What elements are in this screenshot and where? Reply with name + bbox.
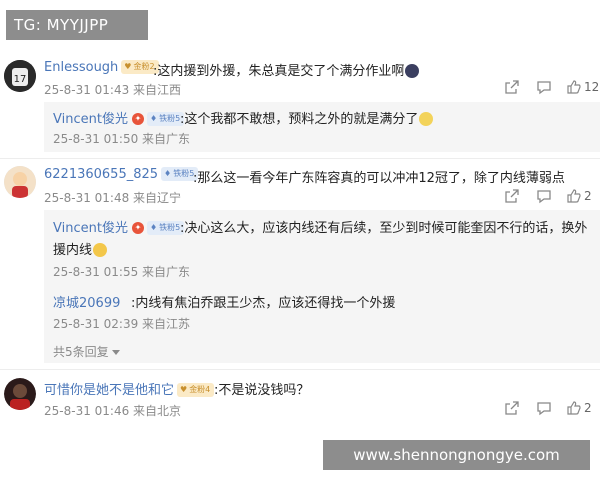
fan-badge-icon: ♦ [164, 168, 172, 178]
comment-author-name[interactable]: 可惜你是她不是他和它 [44, 383, 174, 398]
more-replies-link[interactable]: 共5条回复 [53, 343, 120, 360]
svg-text:17: 17 [14, 74, 27, 85]
emoji-icon [419, 111, 434, 126]
fan-badge-label: 铁粉5 [159, 222, 181, 232]
reply-meta: 25-8-31 02:39 来自江苏 [53, 317, 191, 331]
comment-actions: 2 [496, 400, 600, 416]
fan-badge-icon: ♦ [149, 222, 158, 232]
fan-badge[interactable]: ♦ 铁粉5 [146, 111, 185, 126]
comment-meta: 25-8-31 01:46 来自北京 [44, 404, 182, 418]
fan-badge-label: 金粉4 [189, 384, 211, 394]
reply-author[interactable]: 凉城20699 [53, 292, 120, 311]
like-icon[interactable] [566, 79, 582, 95]
fan-badge-icon: ♥ [124, 61, 132, 71]
comment-author[interactable]: Enlessough ♥ 金粉2 [44, 59, 159, 75]
fan-badge[interactable]: ♦ 铁粉5 [146, 220, 185, 235]
fan-badge[interactable]: ♥ 金粉4 [177, 382, 215, 397]
watermark-bottom: www.shennongnongye.com [323, 440, 590, 470]
share-icon[interactable] [504, 188, 520, 204]
divider [0, 158, 600, 159]
reply-text-content: 援内线 [53, 243, 93, 258]
avatar-image [4, 166, 36, 198]
reply-text-content: :这个我都不敢想，预料之外的就是满分了 [180, 112, 419, 127]
comment-author[interactable]: 6221360655_825 ♦ 铁粉5 [44, 166, 199, 182]
verified-icon: ✦ [131, 112, 144, 125]
reply-author[interactable]: Vincent俊光 ✦ ♦ 铁粉5 [53, 217, 185, 236]
comment-actions: 2 [496, 188, 600, 204]
comment-author-name[interactable]: Enlessough [44, 60, 118, 75]
like-icon[interactable] [566, 188, 582, 204]
comment-icon[interactable] [536, 188, 552, 204]
avatar-image [4, 378, 36, 410]
avatar[interactable] [4, 378, 36, 410]
reply-author-name[interactable]: 凉城20699 [53, 296, 120, 311]
comment-text-content: :这内援到外援，朱总真是交了个满分作业啊 [153, 64, 405, 79]
more-replies-label[interactable]: 共5条回复 [53, 345, 109, 359]
reply-author-name[interactable]: Vincent俊光 [53, 221, 128, 236]
comment-icon[interactable] [536, 400, 552, 416]
like-count: 12 [584, 80, 600, 94]
comment-actions: 12 [496, 79, 600, 95]
fan-badge-label: 铁粉5 [159, 113, 181, 123]
share-icon[interactable] [504, 79, 520, 95]
watermark-top: TG: MYYJJPP [6, 10, 148, 40]
reply-text-continued: 援内线 [53, 239, 108, 258]
share-icon[interactable] [504, 400, 520, 416]
comment-text: :那么这一看今年广东阵容真的可以冲冲12冠了，除了内线薄弱点 [193, 171, 565, 186]
fan-badge-icon: ♦ [149, 113, 158, 123]
emoji-icon [405, 63, 420, 78]
fan-badge-label: 铁粉5 [173, 168, 195, 178]
like-count: 2 [584, 401, 592, 415]
comment-meta: 25-8-31 01:43 来自江西 [44, 83, 182, 97]
fan-badge-icon: ♥ [180, 384, 188, 394]
emoji-icon [93, 242, 108, 257]
comment-text: :不是说没钱吗？ [214, 383, 310, 398]
verified-icon: ✦ [131, 221, 144, 234]
comment-icon[interactable] [536, 79, 552, 95]
comment-meta: 25-8-31 01:48 来自辽宁 [44, 191, 182, 205]
reply-text: :内线有焦泊乔跟王少杰，应该还得找一个外援 [131, 296, 396, 311]
comment-author[interactable]: 可惜你是她不是他和它 ♥ 金粉4 [44, 379, 215, 398]
reply-text: :决心这么大，应该内线还有后续，至少到时候可能奎因不行的话，换外 [180, 221, 588, 236]
avatar[interactable] [4, 166, 36, 198]
avatar-image: 17 [4, 60, 36, 92]
divider [0, 369, 600, 370]
comment-text: :这内援到外援，朱总真是交了个满分作业啊 [153, 60, 420, 79]
like-count: 2 [584, 189, 592, 203]
reply-text: :这个我都不敢想，预料之外的就是满分了 [180, 108, 434, 127]
reply-author[interactable]: Vincent俊光 ✦ ♦ 铁粉5 [53, 108, 185, 127]
caret-down-icon [111, 350, 120, 355]
reply-meta: 25-8-31 01:55 来自广东 [53, 265, 191, 279]
like-icon[interactable] [566, 400, 582, 416]
fan-badge-label: 金粉2 [133, 61, 155, 71]
comment-author-name[interactable]: 6221360655_825 [44, 167, 158, 182]
reply-meta: 25-8-31 01:50 来自广东 [53, 132, 191, 146]
avatar[interactable]: 17 [4, 60, 36, 92]
reply-author-name[interactable]: Vincent俊光 [53, 112, 128, 127]
